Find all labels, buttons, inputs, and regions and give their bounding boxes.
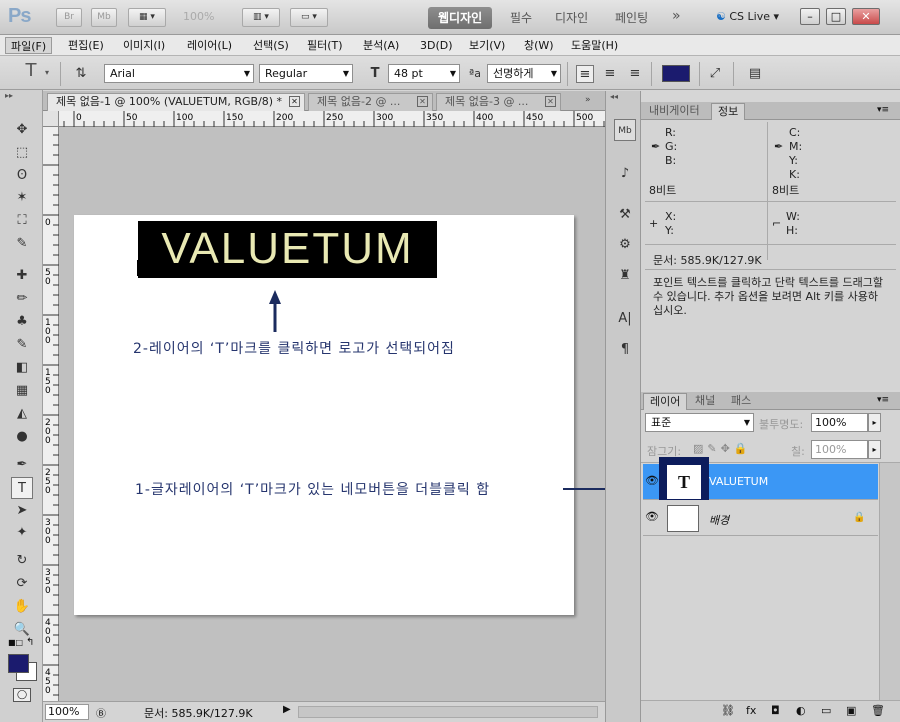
info-y: Y:: [789, 154, 798, 167]
text-layer-thumbnail[interactable]: T: [665, 463, 703, 501]
divider: [767, 122, 768, 260]
panel-menu-icon[interactable]: ▾≡: [877, 395, 889, 405]
layers-panel: 레이어 채널 패스 ▾≡ 표준 ▼ 불투명도: 100% ▸ 잠그기: ▨✎✥🔒 …: [641, 392, 900, 722]
info-y-coord: Y:: [665, 224, 674, 237]
info-x: X:: [665, 210, 677, 223]
fx-icon[interactable]: fx: [746, 704, 756, 717]
divider: [645, 201, 896, 202]
collapse-icon[interactable]: ◂◂: [610, 92, 618, 101]
eye-icon[interactable]: 👁: [645, 510, 659, 523]
horizontal-scrollbar[interactable]: [298, 706, 598, 718]
annotation-step-2: 2-레이어의 ‘T’마크를 클릭하면 로고가 선택되어짐: [133, 341, 455, 357]
info-c: C:: [789, 126, 801, 139]
annotation-step-1: 1-글자레이어의 ‘T’마크가 있는 네모버튼을 더블클릭 함: [135, 482, 491, 498]
eyedropper-icon: ✒: [651, 140, 661, 153]
tab-navigator[interactable]: 내비게이터: [643, 103, 706, 120]
layer-thumbnail[interactable]: [667, 505, 699, 532]
tab-channels[interactable]: 채널: [689, 393, 721, 410]
status-info-icon[interactable]: Ⓑ: [96, 705, 106, 720]
opacity-field[interactable]: 100%: [811, 413, 868, 432]
fill-label: 칠:: [791, 445, 805, 458]
info-k: K:: [789, 168, 800, 181]
arrow-up-head: [269, 290, 281, 304]
mini-bridge-icon[interactable]: Mb: [614, 119, 636, 141]
eye-icon[interactable]: 👁: [645, 474, 659, 487]
status-menu-icon[interactable]: ▶: [283, 704, 295, 719]
adjustment-icon[interactable]: ◐: [796, 704, 806, 717]
tool-presets-icon[interactable]: ♜: [614, 265, 636, 287]
divider: [645, 244, 896, 245]
lock-icon: 🔒: [853, 512, 866, 523]
bit-depth-left: 8비트: [649, 184, 677, 197]
layer-row-valuetum[interactable]: 👁 T VALUETUM: [643, 457, 878, 507]
zoom-field[interactable]: 100%: [45, 704, 89, 720]
new-layer-icon[interactable]: ▣: [846, 704, 856, 717]
info-w: W:: [786, 210, 800, 223]
crosshair-icon: +: [649, 217, 659, 230]
info-help-text: 포인트 텍스트를 클릭하고 단락 텍스트를 드래그할 수 있습니다. 추가 옵션…: [653, 276, 884, 317]
brush-presets-icon[interactable]: ⚒: [614, 204, 636, 226]
bit-depth-right: 8비트: [772, 184, 800, 197]
paragraph-icon[interactable]: ¶: [614, 339, 636, 361]
info-r: R:: [665, 126, 677, 139]
opacity-label: 불투명도:: [759, 418, 804, 431]
info-m: M:: [789, 140, 803, 153]
lock-icons[interactable]: ▨✎✥🔒: [693, 442, 752, 455]
layers-footer: ⛓ fx ◘ ◐ ▭ ▣ 🗑: [641, 700, 900, 722]
divider: [645, 269, 896, 270]
mask-icon[interactable]: ◘: [771, 704, 780, 717]
info-b: B:: [665, 154, 677, 167]
trash-icon[interactable]: 🗑: [871, 704, 885, 717]
layer-name[interactable]: VALUETUM: [709, 475, 768, 488]
selection-size-icon: ⌐: [772, 217, 782, 230]
clone-source-icon[interactable]: ⚙: [614, 234, 636, 256]
fill-slider-button[interactable]: ▸: [868, 440, 881, 459]
layers-scrollbar[interactable]: [879, 463, 900, 700]
chevron-down-icon: ▼: [743, 418, 750, 427]
opacity-slider-button[interactable]: ▸: [868, 413, 881, 432]
panel-dock-strip: ◂◂ Mb ♪ ⚒ ⚙ ♜ A| ¶: [605, 91, 641, 722]
blend-mode-value: 표준: [651, 416, 672, 429]
history-icon[interactable]: ♪: [614, 163, 636, 185]
layer-name[interactable]: 배경: [709, 512, 729, 528]
document-size: 문서: 585.9K/127.9K: [144, 707, 253, 720]
status-bar: 100% Ⓑ 문서: 585.9K/127.9K ▶: [43, 701, 605, 722]
info-doc-size: 문서: 585.9K/127.9K: [653, 254, 762, 267]
fill-field[interactable]: 100%: [811, 440, 868, 459]
character-icon[interactable]: A|: [614, 308, 636, 330]
info-panel: 내비게이터 정보 ▾≡ ✒ R: G: B: ✒ C: M: Y: K: 8비트…: [641, 102, 900, 390]
panel-menu-icon[interactable]: ▾≡: [877, 105, 889, 115]
eyedropper-icon: ✒: [774, 140, 784, 153]
info-g: G:: [665, 140, 678, 153]
layer-row-background[interactable]: 👁 배경 🔒: [643, 500, 878, 536]
tab-layers[interactable]: 레이어: [643, 393, 688, 410]
tab-paths[interactable]: 패스: [725, 393, 757, 410]
group-icon[interactable]: ▭: [821, 704, 831, 717]
tab-info[interactable]: 정보: [711, 103, 746, 120]
link-icon[interactable]: ⛓: [721, 704, 735, 717]
info-h: H:: [786, 224, 798, 237]
blend-mode-select[interactable]: 표준 ▼: [645, 413, 754, 432]
